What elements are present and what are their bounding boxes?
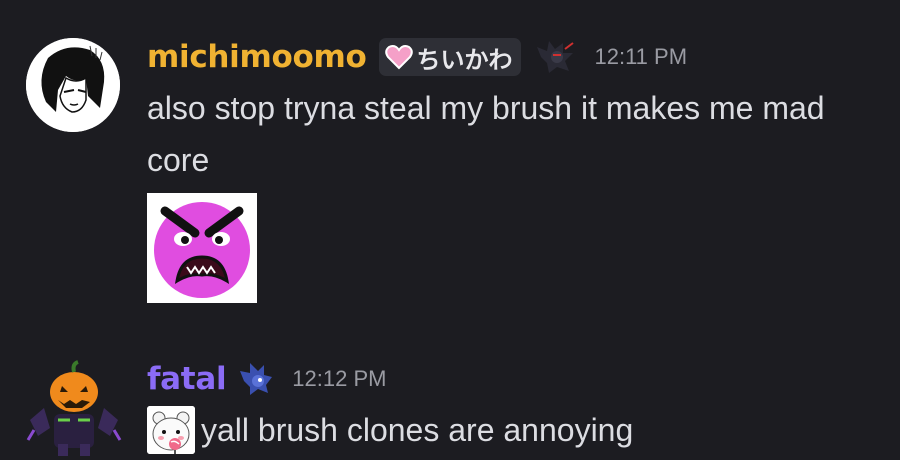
chat-log: michimoomo ちいかわ 12:11 PM also stop tryna…: [0, 0, 900, 460]
blue-hedgehog-icon: [240, 363, 273, 395]
message-item: michimoomo ちいかわ 12:11 PM also stop tryna…: [0, 0, 900, 320]
message-item: fatal 12:12 PM yall brush clones are ann…: [0, 340, 900, 460]
server-tag[interactable]: ちいかわ: [378, 38, 521, 76]
pink-heart-icon: [384, 45, 413, 70]
timestamp: 12:11 PM: [594, 44, 688, 69]
manga-girl-avatar: [26, 38, 120, 132]
server-tag-text: ちいかわ: [416, 45, 513, 74]
username[interactable]: michimoomo: [147, 39, 367, 75]
username[interactable]: fatal: [147, 361, 227, 397]
pumpkin-robot-avatar: [26, 360, 122, 456]
message-body: yall brush clones are annoying: [147, 404, 877, 456]
message-text: also stop tryna steal my brush it makes …: [147, 90, 825, 178]
message-header: michimoomo ちいかわ 12:11 PM: [147, 36, 687, 78]
dark-hedgehog-icon: [536, 41, 574, 73]
timestamp: 12:12 PM: [292, 366, 387, 391]
message-header: fatal 12:12 PM: [147, 358, 386, 400]
user-avatar[interactable]: [26, 38, 120, 132]
user-avatar[interactable]: [24, 358, 124, 458]
angry-purple-face-icon[interactable]: [147, 193, 257, 303]
message-text: yall brush clones are annoying: [201, 412, 634, 448]
white-bear-lollipop-icon[interactable]: [147, 406, 195, 454]
